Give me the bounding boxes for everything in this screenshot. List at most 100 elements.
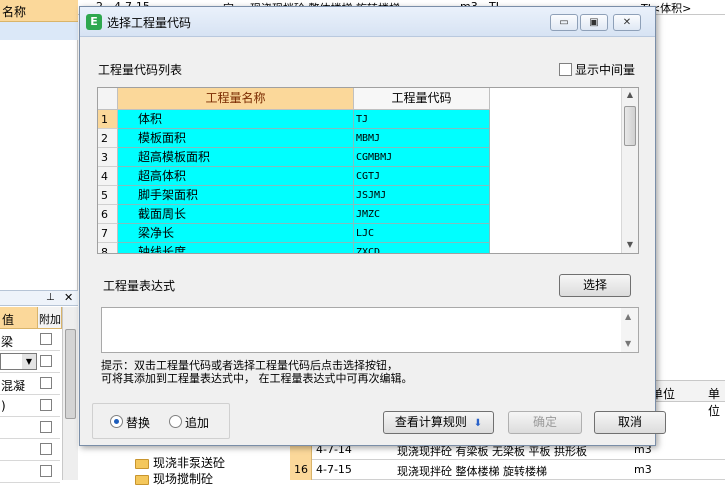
properties-row[interactable] [0, 417, 60, 439]
property-checkbox[interactable] [40, 333, 52, 345]
expression-input[interactable]: ▲ ▼ [101, 307, 639, 353]
row-number: 5 [98, 186, 118, 205]
left-list-header-label: 名称 [2, 5, 27, 19]
column-header-code[interactable]: 工程量代码 [354, 88, 490, 110]
scroll-down-icon[interactable]: ▼ [622, 238, 638, 252]
hint-line-2: 可将其添加到工程量表达式中， 在工程量表达式中可再次编辑。 [101, 372, 413, 385]
confirm-button[interactable]: 确定 [508, 411, 582, 434]
quantity-code-table: 工程量名称 工程量代码 1 体积 TJ 2 模板面积 MBMJ 3 超高模板面积 CGMBMJ 4… [97, 87, 639, 254]
select-quantity-code-dialog: E 选择工程量代码 ▭ ▣ ✕ 工程量代码列表 显示中间量 工程量名称 工程量代… [79, 6, 666, 446]
properties-row[interactable]: ) [0, 395, 60, 417]
view-rules-button[interactable]: 查看计算规则 ⬇ [383, 411, 494, 434]
quantity-name-cell[interactable]: 轴线长度 [118, 243, 354, 253]
property-checkbox[interactable] [40, 355, 52, 367]
dialog-titlebar[interactable]: E 选择工程量代码 ▭ ▣ ✕ [80, 7, 655, 37]
tree-item[interactable]: 现浇非泵送砼 [135, 454, 225, 471]
properties-row[interactable]: 混凝 [0, 373, 60, 395]
left-list-header: 名称 [0, 0, 78, 22]
table-row[interactable]: 5 脚手架面积 JSJMJ [98, 186, 490, 205]
row-number: 16 [290, 460, 312, 480]
scroll-down-icon[interactable]: ▼ [625, 339, 631, 348]
quantity-name-cell[interactable]: 体积 [118, 110, 354, 129]
quantity-name-cell[interactable]: 超高模板面积 [118, 148, 354, 167]
table-row[interactable]: 2 模板面积 MBMJ [98, 129, 490, 148]
quantity-code-cell[interactable]: ZXCD [354, 243, 490, 253]
scrollbar-thumb[interactable] [624, 106, 636, 146]
close-icon[interactable]: ✕ [64, 291, 73, 304]
quantity-name-cell[interactable]: 脚手架面积 [118, 186, 354, 205]
radio-append[interactable] [169, 415, 182, 428]
code-list-label: 工程量代码列表 [98, 63, 183, 77]
quantity-name-cell[interactable]: 截面周长 [118, 205, 354, 224]
properties-col-value: 值 [0, 307, 38, 329]
row-number: 7 [98, 224, 118, 243]
table-row[interactable]: 3 超高模板面积 CGMBMJ [98, 148, 490, 167]
dialog-content: 工程量代码列表 显示中间量 工程量名称 工程量代码 1 体积 TJ 2 模板面积 MBMJ… [89, 45, 645, 393]
quantity-code-cell[interactable]: JMZC [354, 205, 490, 224]
scrollbar-thumb[interactable] [65, 329, 76, 419]
cancel-button[interactable]: 取消 [594, 411, 666, 434]
background-quota-grid: 4-7-14 现浇现拌砼 有梁板 无梁板 平板 拱形板 m3 16 4-7-15… [290, 440, 725, 480]
expression-scrollbar[interactable]: ▲ ▼ [621, 308, 638, 352]
properties-scrollbar[interactable] [62, 307, 78, 480]
table-scrollbar[interactable]: ▲ ▼ [621, 88, 638, 253]
quantity-name-cell[interactable]: 梁净长 [118, 224, 354, 243]
scroll-up-icon[interactable]: ▲ [625, 312, 631, 321]
quantity-code-cell[interactable]: TJ [354, 110, 490, 129]
property-checkbox[interactable] [40, 399, 52, 411]
table-row[interactable]: 8 轴线长度 ZXCD [98, 243, 490, 253]
column-header-name[interactable]: 工程量名称 [118, 88, 354, 110]
property-dropdown[interactable]: ▼ [0, 353, 37, 370]
properties-row[interactable]: 梁 [0, 329, 60, 351]
table-row[interactable]: 6 截面周长 JMZC [98, 205, 490, 224]
left-list-selected-row[interactable] [0, 22, 78, 40]
table-row[interactable]: 16 4-7-15 现浇现拌砼 整体楼梯 旋转楼梯 m3 [290, 460, 725, 480]
quantity-code-cell[interactable]: MBMJ [354, 129, 490, 148]
quantity-name-cell[interactable]: 模板面积 [118, 129, 354, 148]
table-corner [98, 88, 118, 110]
property-checkbox[interactable] [40, 377, 52, 389]
left-list-body [0, 40, 78, 290]
row-number: 1 [98, 110, 118, 129]
hint-text: 提示：双击工程量代码或者选择工程量代码后点击选择按钮， 可将其添加到工程量表达式… [101, 359, 413, 385]
properties-col-add: 附加 [38, 307, 62, 329]
property-checkbox[interactable] [40, 465, 52, 477]
properties-row[interactable]: ▼ [0, 351, 60, 373]
insert-mode-group: 替换 追加 [92, 403, 230, 439]
quantity-code-cell[interactable]: JSJMJ [354, 186, 490, 205]
dropdown-arrow-icon[interactable]: ▼ [22, 354, 36, 369]
minimize-button[interactable]: ▭ [550, 14, 578, 31]
show-intermediate-checkbox[interactable] [559, 63, 572, 76]
property-checkbox[interactable] [40, 443, 52, 455]
table-row[interactable]: 4 超高体积 CGTJ [98, 167, 490, 186]
show-intermediate-label: 显示中间量 [575, 63, 636, 77]
table-row[interactable]: 7 梁净长 LJC [98, 224, 490, 243]
radio-replace-label[interactable]: 替换 [126, 414, 150, 431]
row-number: 4 [98, 167, 118, 186]
row-number: 3 [98, 148, 118, 167]
expression-label: 工程量表达式 [103, 279, 176, 293]
table-row[interactable]: 1 体积 TJ [98, 110, 490, 129]
quantity-code-cell[interactable]: CGTJ [354, 167, 490, 186]
row-number: 2 [98, 129, 118, 148]
quantity-code-cell[interactable]: LJC [354, 224, 490, 243]
tree-item[interactable]: 现场搅制砼 [135, 470, 213, 487]
quantity-code-cell[interactable]: CGMBMJ [354, 148, 490, 167]
view-rules-label: 查看计算规则 [394, 415, 467, 429]
row-number: 8 [98, 243, 118, 253]
folder-icon [135, 458, 149, 469]
quantity-name-cell[interactable]: 超高体积 [118, 167, 354, 186]
hint-line-1: 提示：双击工程量代码或者选择工程量代码后点击选择按钮， [101, 359, 398, 372]
properties-panel-titlebar: ⊥ ✕ [0, 290, 78, 306]
column-header-unit2: 单位 [708, 387, 721, 418]
pin-icon[interactable]: ⊥ [46, 292, 55, 303]
properties-row[interactable] [0, 439, 60, 461]
scroll-up-icon[interactable]: ▲ [622, 88, 638, 102]
radio-replace[interactable] [110, 415, 123, 428]
maximize-button[interactable]: ▣ [580, 14, 608, 31]
close-button[interactable]: ✕ [613, 14, 641, 31]
property-checkbox[interactable] [40, 421, 52, 433]
radio-append-label[interactable]: 追加 [185, 414, 209, 431]
select-button[interactable]: 选择 [559, 274, 631, 297]
app-icon: E [86, 14, 102, 30]
